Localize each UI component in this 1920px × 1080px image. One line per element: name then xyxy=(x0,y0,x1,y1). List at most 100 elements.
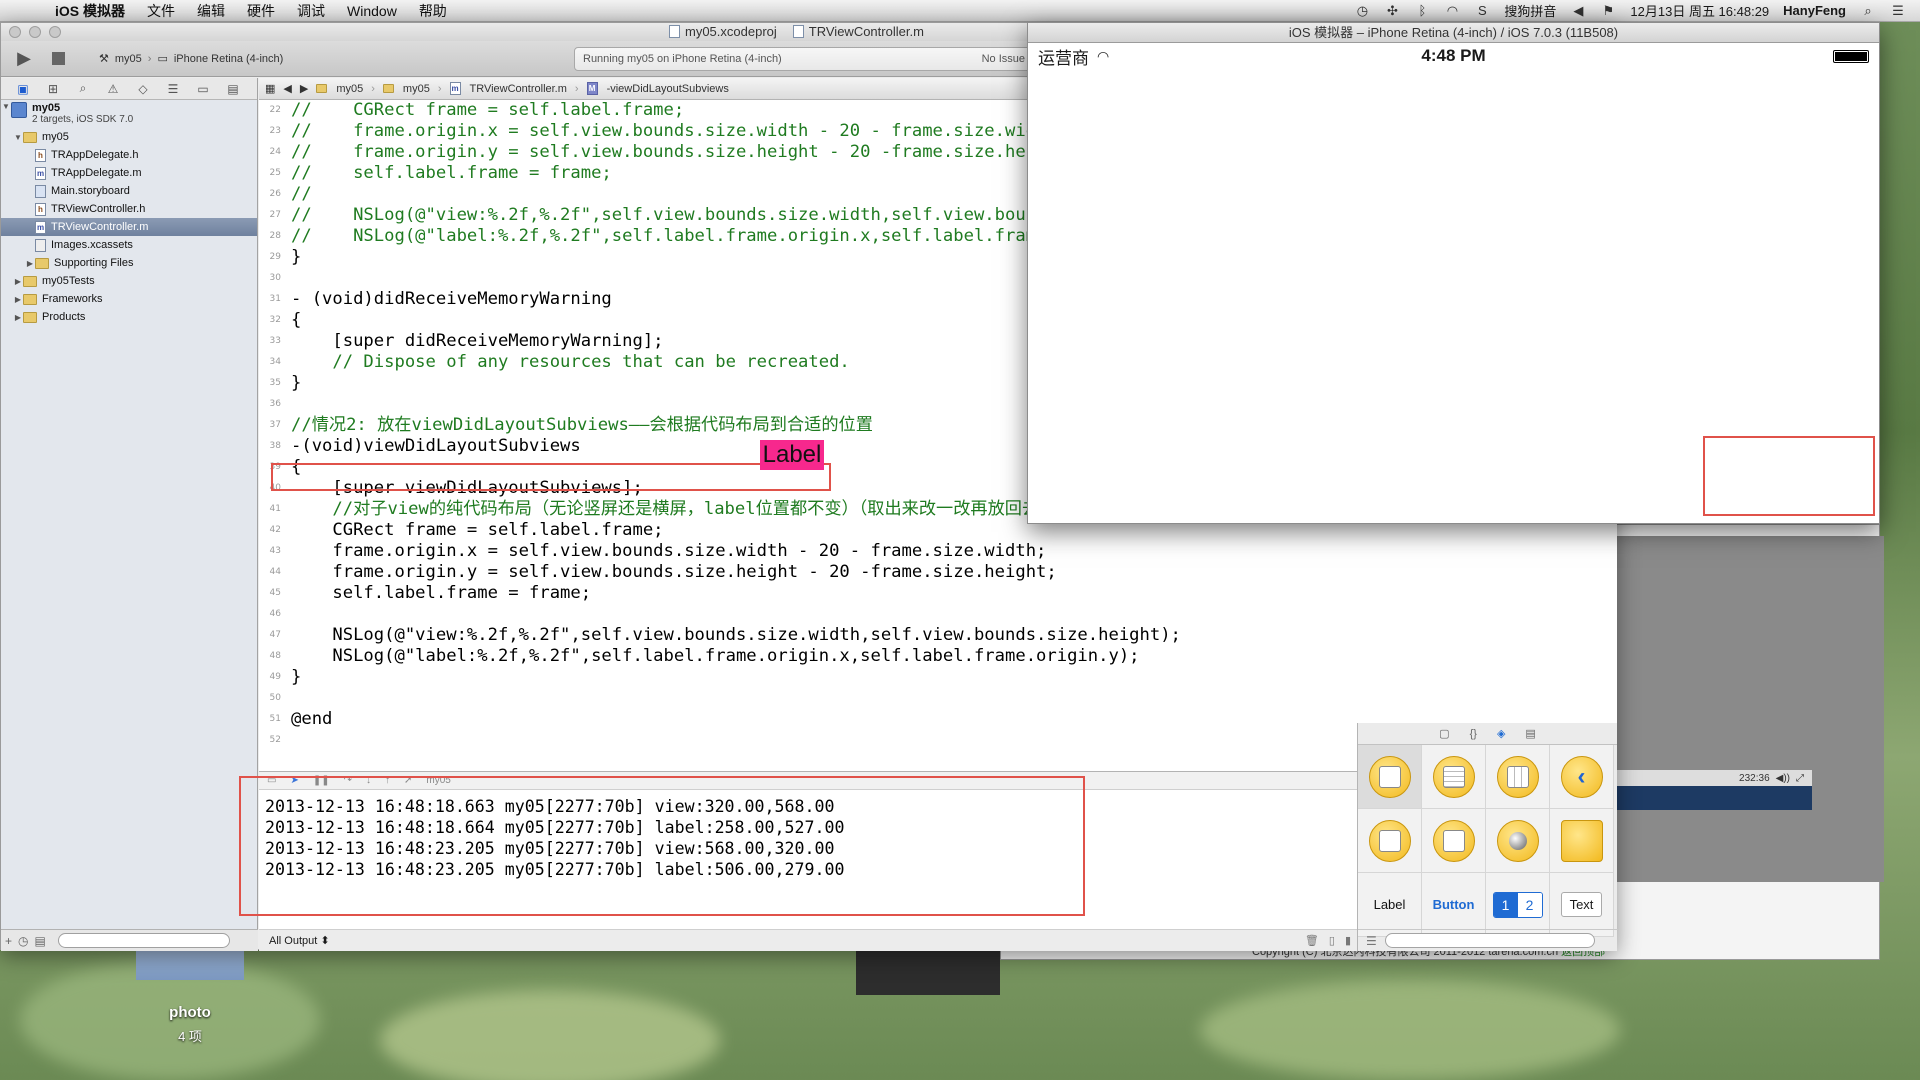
time-machine-icon[interactable]: ◷ xyxy=(1354,3,1370,18)
console-output[interactable]: 2013-12-13 16:48:18.663 my05[2277:70b] v… xyxy=(259,790,1359,886)
hide-debug-icon[interactable]: ▭ xyxy=(267,775,276,786)
simulator-label[interactable]: Label xyxy=(760,440,824,470)
clock[interactable]: 12月13日 周五 16:48:29 xyxy=(1630,1,1769,20)
run-button[interactable]: ▶ xyxy=(13,48,35,70)
volume-icon[interactable]: ◀)) xyxy=(1776,773,1790,784)
minimize-window-button[interactable] xyxy=(29,26,41,38)
disclosure-open-icon[interactable]: ▼ xyxy=(13,133,23,142)
project-title[interactable]: my05.xcodeproj xyxy=(669,24,777,39)
library-item-page-view-controller[interactable] xyxy=(1422,809,1486,873)
library-filter-input[interactable] xyxy=(1384,933,1595,948)
trash-icon[interactable]: 🗑 xyxy=(1305,934,1319,947)
network-icon[interactable]: ✣ xyxy=(1384,3,1400,18)
step-over-icon[interactable]: ↷ xyxy=(344,775,352,786)
tree-item[interactable]: Images.xcassets xyxy=(1,236,257,254)
menu-file[interactable]: 文件 xyxy=(136,1,186,21)
object-library-icon[interactable]: ◈ xyxy=(1497,727,1505,740)
library-item-object[interactable] xyxy=(1550,809,1614,873)
back-arrow-icon[interactable]: ◀ xyxy=(283,82,291,95)
scheme-selector[interactable]: ⚒ my05 › ▭ iPhone Retina (4-inch) xyxy=(99,52,283,66)
library-item-text-field[interactable]: Text xyxy=(1550,873,1614,937)
library-item-button[interactable]: Button xyxy=(1422,873,1486,937)
debug-target[interactable]: my05 xyxy=(426,775,450,786)
menu-help[interactable]: 帮助 xyxy=(408,1,458,21)
code-snippet-icon[interactable]: {} xyxy=(1470,728,1477,740)
menu-hardware[interactable]: 硬件 xyxy=(236,1,286,21)
forward-arrow-icon[interactable]: ▶ xyxy=(300,82,308,95)
input-method-icon[interactable]: S xyxy=(1474,3,1490,18)
tree-item[interactable]: h TRAppDelegate.h xyxy=(1,146,257,164)
library-item-table-view-controller[interactable] xyxy=(1422,745,1486,809)
tree-item[interactable]: ▶ Frameworks xyxy=(1,290,257,308)
split-left-icon[interactable]: ▯ xyxy=(1329,934,1335,947)
menu-window[interactable]: Window xyxy=(336,3,408,19)
desktop-folder-icon[interactable] xyxy=(136,950,244,980)
menu-debug[interactable]: 调试 xyxy=(286,1,336,21)
desktop-folder-name[interactable]: photo xyxy=(136,1004,244,1021)
scm-status-icon[interactable]: ▤ xyxy=(35,934,46,948)
breadcrumb-group[interactable]: my05 xyxy=(382,83,430,95)
bluetooth-icon[interactable]: ᛒ xyxy=(1414,3,1430,18)
breakpoints-toggle-icon[interactable]: ➤ xyxy=(290,775,298,786)
debug-navigator-icon[interactable]: ☰ xyxy=(165,82,181,96)
input-method-label[interactable]: 搜狗拼音 xyxy=(1504,1,1556,20)
split-right-icon[interactable]: ▮ xyxy=(1345,934,1351,947)
menu-app-name[interactable]: iOS 模拟器 xyxy=(44,1,136,21)
list-view-icon[interactable]: ☰ xyxy=(1366,934,1377,948)
tree-item[interactable]: ▶ Products xyxy=(1,308,257,326)
tree-item[interactable]: ▶ Supporting Files xyxy=(1,254,257,272)
media-library-icon[interactable]: ▤ xyxy=(1525,727,1535,740)
log-navigator-icon[interactable]: ▤ xyxy=(225,82,241,96)
tree-item[interactable]: m TRViewController.m xyxy=(1,218,257,236)
issue-count[interactable]: No Issue xyxy=(982,53,1025,65)
breadcrumb-method[interactable]: M -viewDidLayoutSubviews xyxy=(586,82,729,95)
flag-icon[interactable]: ⚑ xyxy=(1600,3,1616,18)
tree-item[interactable]: ▶ my05Tests xyxy=(1,272,257,290)
disclosure-closed-icon[interactable]: ▶ xyxy=(13,313,23,322)
tree-item[interactable]: h TRViewController.h xyxy=(1,200,257,218)
breakpoint-navigator-icon[interactable]: ▭ xyxy=(195,82,211,96)
tree-item[interactable]: m TRAppDelegate.m xyxy=(1,164,257,182)
project-navigator-icon[interactable]: ▣ xyxy=(15,82,31,96)
library-item-collection-view-controller[interactable] xyxy=(1486,745,1550,809)
navigator-filter-input[interactable] xyxy=(57,933,230,948)
add-file-icon[interactable]: + xyxy=(5,934,12,948)
step-out-icon[interactable]: ↑ xyxy=(385,775,390,786)
wifi-icon[interactable]: ◠ xyxy=(1444,3,1460,18)
breadcrumb-project[interactable]: my05 xyxy=(316,83,363,95)
library-item-tab-bar-controller[interactable] xyxy=(1358,809,1422,873)
location-icon[interactable]: ➚ xyxy=(404,775,412,786)
stop-button[interactable] xyxy=(47,48,69,70)
spotlight-search-icon[interactable]: ⌕ xyxy=(1860,3,1876,18)
recent-files-icon[interactable]: ◷ xyxy=(18,934,28,948)
user-menu[interactable]: HanyFeng xyxy=(1783,3,1846,18)
issue-navigator-icon[interactable]: ⚠ xyxy=(105,82,121,96)
disclosure-closed-icon[interactable]: ▶ xyxy=(25,259,35,268)
breadcrumb-file[interactable]: m TRViewController.m xyxy=(449,82,567,95)
file-title[interactable]: TRViewController.m xyxy=(792,24,924,39)
close-window-button[interactable] xyxy=(9,26,21,38)
library-item-view-controller[interactable] xyxy=(1358,745,1422,809)
zoom-window-button[interactable] xyxy=(49,26,61,38)
find-navigator-icon[interactable]: ⌕ xyxy=(75,81,91,96)
disclosure-closed-icon[interactable]: ▶ xyxy=(13,295,23,304)
library-item-label[interactable]: Label xyxy=(1358,873,1422,937)
volume-icon[interactable]: ◀ xyxy=(1570,3,1586,18)
project-row[interactable]: ▼ my05 2 targets, iOS SDK 7.0 xyxy=(1,100,257,128)
disclosure-closed-icon[interactable]: ▶ xyxy=(13,277,23,286)
symbol-navigator-icon[interactable]: ⊞ xyxy=(45,82,61,96)
library-item-navigation-controller[interactable]: ‹ xyxy=(1550,745,1614,809)
notification-list-icon[interactable]: ☰ xyxy=(1890,3,1906,18)
library-item-segmented-control[interactable]: 1 2 xyxy=(1486,873,1550,937)
disclosure-open-icon[interactable]: ▼ xyxy=(1,102,11,111)
related-items-icon[interactable]: ▦ xyxy=(265,82,275,95)
fullscreen-icon[interactable]: ⤢ xyxy=(1796,773,1804,784)
test-navigator-icon[interactable]: ◇ xyxy=(135,82,151,96)
menu-edit[interactable]: 编辑 xyxy=(186,1,236,21)
file-template-icon[interactable]: ▢ xyxy=(1439,727,1449,740)
pause-icon[interactable]: ❚❚ xyxy=(313,775,330,786)
step-in-icon[interactable]: ↓ xyxy=(366,775,371,786)
library-item-glkit-view-controller[interactable] xyxy=(1486,809,1550,873)
tree-item[interactable]: Main.storyboard xyxy=(1,182,257,200)
tree-item[interactable]: ▼ my05 xyxy=(1,128,257,146)
